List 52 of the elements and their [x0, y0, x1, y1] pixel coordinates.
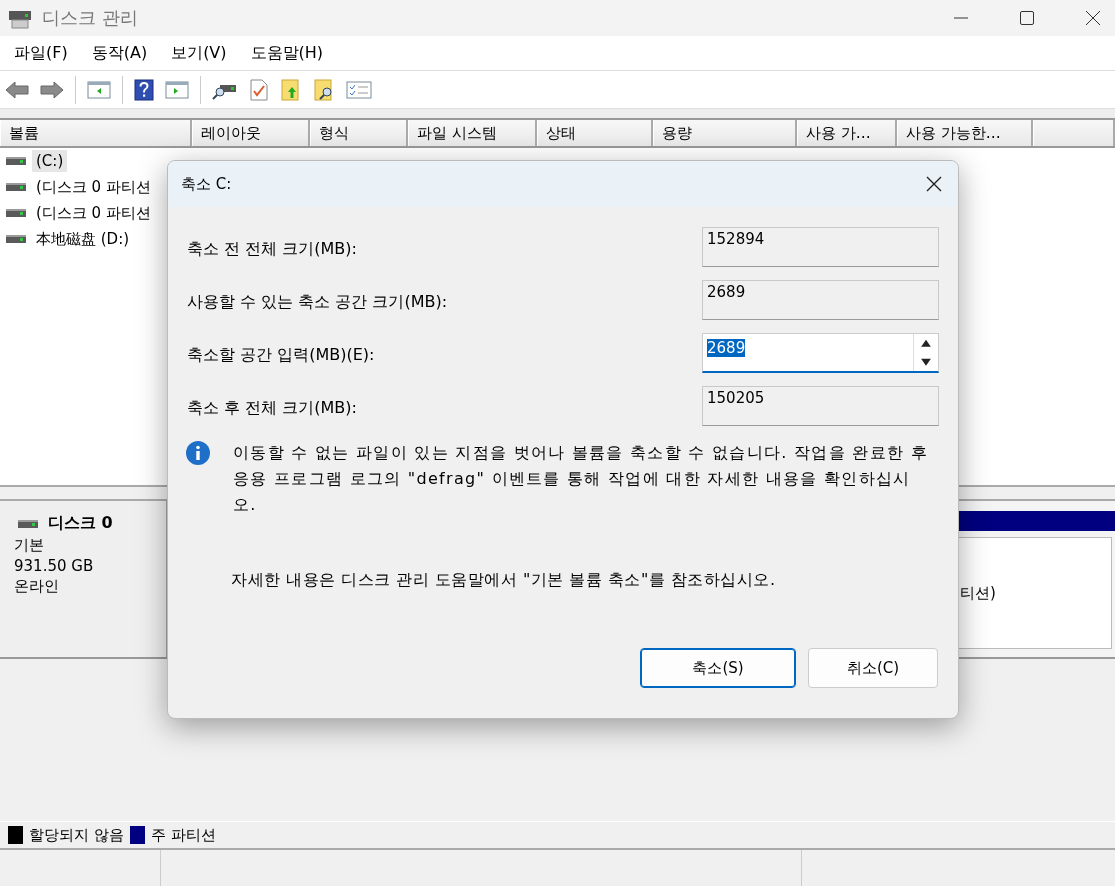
- disk-name: 디스크 0: [48, 513, 113, 534]
- back-arrow-icon[interactable]: [5, 79, 29, 100]
- splitter[interactable]: [0, 485, 167, 501]
- disk-info: 온라인: [14, 577, 60, 596]
- field-label: 축소 후 전체 크기(MB):: [187, 397, 357, 419]
- column-header[interactable]: 상태: [537, 120, 653, 146]
- spin-field[interactable]: 2689: [702, 333, 939, 373]
- panel-icon[interactable]: [87, 79, 111, 100]
- readonly-field: 152894: [702, 227, 939, 267]
- menu-item[interactable]: 파일(F): [12, 40, 70, 66]
- field-label: 사용할 수 있는 축소 공간 크기(MB):: [187, 291, 448, 313]
- panel-icon[interactable]: [165, 79, 189, 100]
- maximize-icon[interactable]: [1019, 10, 1035, 26]
- table-cell[interactable]: (디스크 0 파티션: [32, 201, 155, 225]
- dialog-title: 축소 C:: [181, 174, 232, 194]
- help-text: 자세한 내용은 디스크 관리 도움말에서 "기본 볼륨 축소"를 참조하십시오.: [231, 570, 777, 591]
- table-cell[interactable]: 本地磁盘 (D:): [32, 227, 134, 251]
- close-icon[interactable]: [1085, 10, 1101, 26]
- table-cell[interactable]: (디스크 0 파티션: [32, 175, 155, 199]
- folder-search-icon[interactable]: [313, 78, 335, 101]
- column-header[interactable]: 사용 가능한…: [897, 120, 1033, 146]
- column-header[interactable]: 용량: [653, 120, 797, 146]
- menu-item[interactable]: 보기(V): [169, 40, 229, 66]
- cancel-button[interactable]: 취소(C): [808, 648, 938, 688]
- disk-info: 931.50 GB: [14, 557, 95, 575]
- column-header[interactable]: 형식: [310, 120, 408, 146]
- column-header[interactable]: 레이아웃: [192, 120, 310, 146]
- window-title: 디스크 관리: [42, 6, 139, 30]
- forward-arrow-icon[interactable]: [40, 79, 64, 100]
- checked-document-icon[interactable]: [249, 78, 269, 101]
- info-icon: [185, 440, 211, 466]
- menu-item[interactable]: 동작(A): [89, 40, 150, 66]
- checklist-icon[interactable]: [346, 79, 372, 100]
- menu-item[interactable]: 도움말(H): [248, 40, 326, 66]
- column-header[interactable]: 볼륨: [0, 120, 192, 146]
- shrink-button[interactable]: 축소(S): [640, 648, 796, 688]
- partition-label: 티션): [960, 583, 996, 603]
- field-label: 축소 전 전체 크기(MB):: [187, 238, 357, 260]
- disk-info: 기본: [14, 536, 45, 555]
- column-header[interactable]: 파일 시스템: [408, 120, 537, 146]
- column-header[interactable]: 사용 가…: [797, 120, 897, 146]
- table-cell[interactable]: (C:): [32, 150, 68, 172]
- folder-up-icon[interactable]: [280, 78, 302, 101]
- close-icon[interactable]: [926, 176, 942, 192]
- splitter[interactable]: [957, 485, 1115, 501]
- readonly-field: 150205: [702, 386, 939, 426]
- legend-label: 할당되지 않음: [29, 825, 124, 845]
- readonly-field: 2689: [702, 280, 939, 320]
- legend-label: 주 파티션: [150, 825, 216, 845]
- info-message: 이동할 수 없는 파일이 있는 지점을 벗어나 볼륨을 축소할 수 없습니다. 작업을 완료한 후 응용 프로그램 로그의 "defrag" 이벤트를 통해 작업에 대한 자세한 내용을 확인하십시오.: [233, 442, 929, 516]
- field-label: 축소할 공간 입력(MB)(E):: [187, 344, 375, 366]
- help-icon[interactable]: [134, 78, 154, 101]
